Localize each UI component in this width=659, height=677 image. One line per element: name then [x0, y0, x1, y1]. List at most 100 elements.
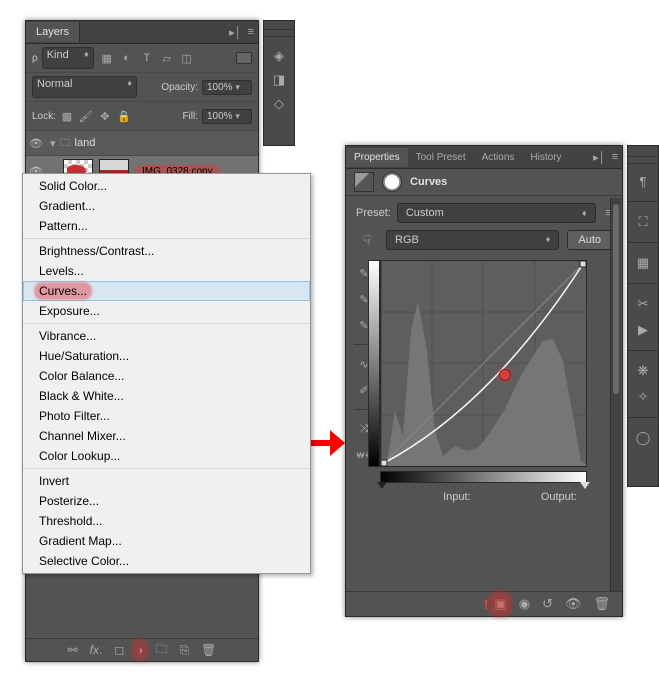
menu-channel-mixer[interactable]: Channel Mixer...: [23, 426, 310, 446]
lock-all-icon[interactable]: 🔒: [117, 109, 131, 123]
menu-photo-filter[interactable]: Photo Filter...: [23, 406, 310, 426]
menu-levels[interactable]: Levels...: [23, 261, 310, 281]
filter-toggle-switch[interactable]: [236, 52, 252, 64]
menu-threshold[interactable]: Threshold...: [23, 511, 310, 531]
menu-posterize[interactable]: Posterize...: [23, 491, 310, 511]
filter-shape-icon[interactable]: ▱: [160, 51, 174, 65]
lock-transparency-icon[interactable]: ▩: [60, 109, 74, 123]
black-point-slider[interactable]: [377, 482, 387, 489]
layers-bottom-bar: ⚯ fx. ◻ ◑ 🗀 ⎘ 🗑: [26, 638, 258, 661]
filter-type-icon[interactable]: T: [140, 51, 154, 65]
channel-row: ☟ RGB♦ Auto: [346, 230, 622, 256]
mask-icon[interactable]: [382, 172, 402, 192]
trash-icon[interactable]: 🗑: [593, 596, 610, 612]
mask-icon[interactable]: ◻: [114, 643, 124, 657]
menu-brightness-contrast[interactable]: Brightness/Contrast...: [23, 241, 310, 261]
output-label: Output:: [541, 491, 577, 503]
menu-exposure[interactable]: Exposure...: [23, 301, 310, 321]
dock-play-icon[interactable]: ▶: [634, 321, 652, 339]
menu-color-lookup[interactable]: Color Lookup...: [23, 446, 310, 466]
properties-panel: Properties Tool Preset Actions History ▸…: [345, 145, 623, 617]
collapse-icon[interactable]: ▸│: [593, 151, 605, 164]
preset-row: Preset: Custom♦ ≡: [346, 196, 622, 230]
dock-paragraph-icon[interactable]: ¶: [634, 172, 652, 190]
menu-gradient[interactable]: Gradient...: [23, 196, 310, 216]
dock-wheel-icon[interactable]: ❋: [634, 362, 652, 380]
dock-circle-icon[interactable]: ◯: [634, 429, 652, 447]
menu-curves[interactable]: Curves...: [23, 281, 310, 301]
menu-vibrance[interactable]: Vibrance...: [23, 326, 310, 346]
dock-strip-right: ¶ ⛶ ▦ ✂ ▶ ❋ ✧ ◯: [627, 145, 659, 487]
auto-button[interactable]: Auto: [567, 230, 612, 250]
new-layer-icon[interactable]: ⎘: [180, 643, 190, 658]
input-label: Input:: [443, 491, 471, 503]
properties-bottom-bar: ! ▣ ◉ ↺ 👁 🗑: [346, 591, 622, 616]
dock-channels-icon[interactable]: ◨: [270, 71, 288, 89]
output-gradient: [368, 260, 380, 467]
menu-gradient-map[interactable]: Gradient Map...: [23, 531, 310, 551]
input-output-row: Input: Output:: [380, 483, 612, 503]
curves-title: Curves: [410, 176, 447, 188]
trash-icon[interactable]: 🗑: [201, 643, 216, 657]
opacity-input[interactable]: 100% ▾: [202, 80, 252, 95]
link-layers-icon[interactable]: ⚯: [68, 643, 78, 657]
fill-value: 100%: [207, 111, 233, 122]
dock-strip-left: ◈ ◨ ◇: [263, 20, 295, 146]
fx-icon[interactable]: fx.: [90, 643, 103, 657]
panel-menu-icon[interactable]: ≡: [612, 151, 618, 164]
collapse-icon[interactable]: ▸│: [229, 26, 241, 39]
filter-kind-select[interactable]: Kind♦: [42, 47, 94, 69]
fill-input[interactable]: 100% ▾: [202, 109, 252, 124]
adjustment-layer-menu: Solid Color... Gradient... Pattern... Br…: [22, 173, 311, 574]
menu-hue-saturation[interactable]: Hue/Saturation...: [23, 346, 310, 366]
properties-tab-bar: Properties Tool Preset Actions History ▸…: [346, 146, 622, 169]
toggle-visibility-icon[interactable]: 👁: [565, 596, 582, 612]
preset-select[interactable]: Custom♦: [397, 203, 596, 223]
targeted-adjustment-icon[interactable]: ☟: [356, 230, 378, 250]
menu-selective-color[interactable]: Selective Color...: [23, 551, 310, 571]
dock-navigator-icon[interactable]: ⛶: [634, 213, 652, 231]
adjustment-layer-icon[interactable]: ◑: [136, 643, 143, 657]
channel-value: RGB: [395, 234, 419, 246]
clip-to-layer-icon[interactable]: ▣: [494, 596, 506, 612]
panel-menu-icon[interactable]: ≡: [248, 26, 254, 39]
lock-pixels-icon[interactable]: 🖌: [79, 109, 93, 123]
layers-tab-bar: Layers ▸│ ≡: [26, 21, 258, 44]
menu-color-balance[interactable]: Color Balance...: [23, 366, 310, 386]
visibility-icon[interactable]: 👁: [26, 137, 46, 150]
filter-pixels-icon[interactable]: ▦: [100, 51, 114, 65]
properties-scrollbar[interactable]: [610, 198, 621, 592]
dock-wand-icon[interactable]: ✧: [634, 388, 652, 406]
tab-properties[interactable]: Properties: [346, 148, 408, 167]
curve-control-point[interactable]: [499, 369, 511, 381]
new-group-icon[interactable]: 🗀: [156, 640, 168, 661]
menu-pattern[interactable]: Pattern...: [23, 216, 310, 236]
dock-swatches-icon[interactable]: ▦: [634, 254, 652, 272]
folder-icon: 🗀: [60, 134, 71, 153]
menu-black-white[interactable]: Black & White...: [23, 386, 310, 406]
tab-tool-preset[interactable]: Tool Preset: [408, 148, 474, 167]
filter-adjustments-icon[interactable]: ◐: [120, 51, 134, 65]
menu-invert[interactable]: Invert: [23, 471, 310, 491]
input-gradient: [380, 471, 587, 483]
blend-mode-select[interactable]: Normal♦: [32, 76, 137, 98]
preset-value: Custom: [406, 207, 444, 219]
lock-position-icon[interactable]: ✥: [98, 109, 112, 123]
dock-scissors-icon[interactable]: ✂: [634, 295, 652, 313]
reset-icon[interactable]: ↺: [542, 596, 553, 612]
dock-handle-icon[interactable]: [264, 29, 294, 37]
channel-select[interactable]: RGB♦: [386, 230, 559, 250]
white-point-slider[interactable]: [580, 482, 590, 489]
curves-graph[interactable]: [380, 260, 587, 467]
dock-handle-icon[interactable]: [628, 156, 658, 164]
view-previous-icon[interactable]: ◉: [519, 596, 530, 612]
dock-paths-icon[interactable]: ◇: [270, 95, 288, 113]
tab-layers[interactable]: Layers: [26, 22, 80, 42]
filter-smart-icon[interactable]: ◫: [180, 51, 194, 65]
tab-actions[interactable]: Actions: [474, 148, 523, 167]
folder-disclose-icon[interactable]: ▾: [50, 137, 56, 150]
menu-solid-color[interactable]: Solid Color...: [23, 176, 310, 196]
dock-layers-icon[interactable]: ◈: [270, 47, 288, 65]
tab-history[interactable]: History: [522, 148, 569, 167]
folder-land[interactable]: 👁 ▾ 🗀 land: [26, 131, 258, 156]
